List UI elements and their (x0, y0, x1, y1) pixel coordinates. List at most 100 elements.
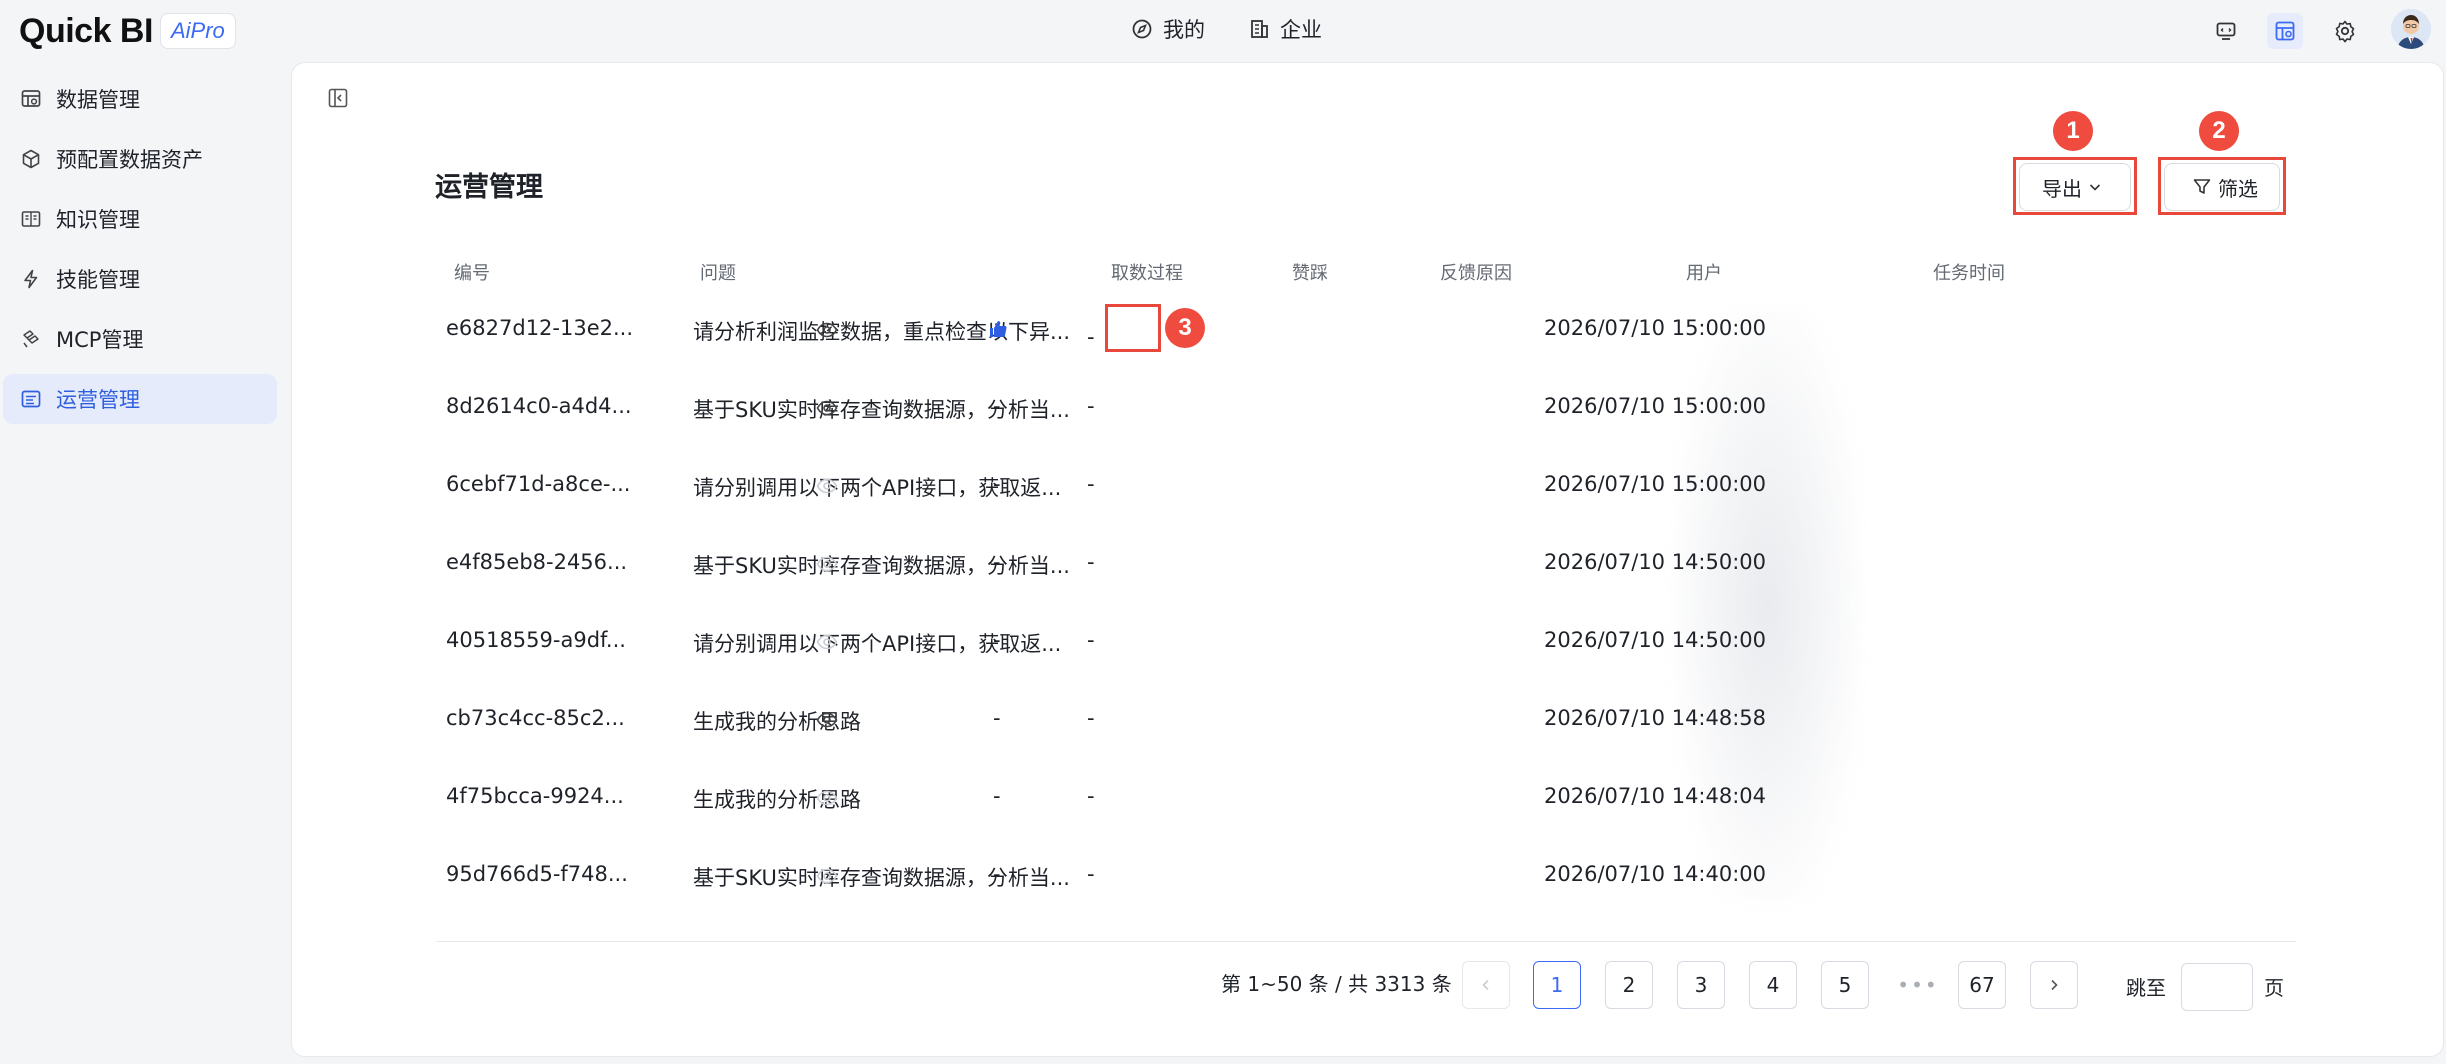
table-row[interactable]: 40518559-a9df... 请分别调用以下两个API接口，获取返... - -2… (436, 603, 2292, 656)
nav-enterprise[interactable]: 企业 (1248, 14, 1322, 44)
sidebar-item-preset-assets[interactable]: 预配置数据资产 (3, 134, 277, 184)
callout-1: 1 (2053, 111, 2093, 151)
cell-question: 请分别调用以下两个API接口，获取返... (693, 476, 1062, 500)
table-row[interactable]: 8d2614c0-a4d4... 基于SKU实时库存查询数据源，分析当... - - 2… (436, 369, 2292, 422)
cell-vote: - (993, 550, 1001, 574)
col-header-vote: 赞踩 (1292, 263, 1328, 284)
view-process-icon[interactable] (816, 709, 838, 733)
jump-page-input[interactable] (2181, 963, 2253, 1011)
callout-3: 3 (1165, 308, 1205, 348)
data-icon (21, 90, 41, 107)
page-button[interactable]: 67 (1958, 961, 2006, 1009)
collapse-icon (328, 88, 348, 108)
table-row[interactable]: e4f85eb8-2456... 基于SKU实时库存查询数据源，分析当... - - 2… (436, 525, 2292, 578)
cell-vote: - (993, 862, 1001, 886)
cell-question: 请分别调用以下两个API接口，获取返... (693, 632, 1062, 656)
sidebar-item-mcp[interactable]: MCP管理 (3, 314, 277, 364)
sidebar-item-label: 预配置数据资产 (56, 148, 203, 172)
filter-button[interactable]: 筛选 (2164, 163, 2280, 211)
cell-time: 2026/07/10 14:40:00 (1544, 862, 1767, 886)
screen-icon (2216, 22, 2236, 40)
cell-time: 2026/07/10 15:00:00 (1544, 394, 1767, 418)
dashboard-button[interactable] (2267, 13, 2303, 49)
page-button[interactable]: 4 (1749, 961, 1797, 1009)
screen-button[interactable] (2208, 13, 2244, 49)
sidebar-item-operations[interactable]: 运营管理 (3, 374, 277, 424)
view-process-icon (816, 631, 838, 655)
table-row[interactable]: cb73c4cc-85c2... 生成我的分析思路 - -2026/07/10 14:… (436, 681, 2292, 734)
table-divider (436, 941, 2296, 942)
avatar-image (2391, 9, 2431, 49)
page-button[interactable]: 5 (1821, 961, 1869, 1009)
cell-id: 6cebf71d-a8ce-... (446, 472, 631, 496)
cell-id: 40518559-a9df... (446, 628, 626, 652)
cell-id: 4f75bcca-9924... (446, 784, 624, 808)
cell-question: 基于SKU实时库存查询数据源，分析当... (693, 866, 1070, 890)
chevron-left-icon (1482, 979, 1489, 991)
cell-question: 请分析利润监控数据，重点检查以下异... (693, 320, 1071, 344)
cube-icon (22, 149, 40, 169)
operations-icon (21, 390, 41, 408)
col-header-id: 编号 (454, 263, 490, 284)
table-row[interactable]: 4f75bcca-9924... 生成我的分析思路 - -2026/07/10 14:… (436, 759, 2292, 812)
cell-reason: - (1087, 784, 1095, 808)
cell-id: e6827d12-13e2... (446, 316, 634, 340)
view-process-icon (816, 787, 838, 811)
cell-time: 2026/07/10 15:00:00 (1544, 316, 1767, 340)
cell-question: 基于SKU实时库存查询数据源，分析当... (693, 554, 1070, 578)
dashboard-icon (2275, 21, 2295, 41)
cell-vote: - (993, 394, 1001, 418)
cell-reason: - (1087, 628, 1095, 652)
nav-mine[interactable]: 我的 (1131, 14, 1205, 44)
table-row[interactable]: e6827d12-13e2... 请分析利润监控数据，重点检查以下异... - 202… (436, 291, 2292, 349)
prev-page-button[interactable] (1462, 961, 1510, 1009)
mcp-icon (23, 330, 39, 348)
nav-enterprise-label: 企业 (1280, 18, 1322, 42)
app-logo[interactable]: Quick BI (19, 12, 153, 51)
callout-box-process (1105, 304, 1161, 352)
funnel-icon (2193, 179, 2211, 194)
page-button[interactable]: 2 (1605, 961, 1653, 1009)
sidebar-item-data[interactable]: 数据管理 (3, 74, 277, 124)
cell-reason: - (1087, 706, 1095, 730)
page-button[interactable]: 1 (1533, 961, 1581, 1009)
sidebar-item-label: MCP管理 (56, 328, 144, 352)
chevron-down-icon (2089, 184, 2101, 191)
pagination-summary: 第 1~50 条 / 共 3313 条 (1221, 972, 1452, 996)
page-ellipsis[interactable]: ••• (1894, 961, 1942, 1009)
export-button[interactable]: 导出 (2019, 163, 2131, 211)
cell-id: 8d2614c0-a4d4... (446, 394, 632, 418)
settings-icon (2335, 20, 2355, 43)
cell-id: 95d766d5-f748... (446, 862, 628, 886)
cell-reason: - (1087, 472, 1095, 496)
user-avatar[interactable] (2391, 9, 2431, 49)
sidebar-item-label: 知识管理 (56, 208, 140, 232)
cell-reason: - (1087, 394, 1095, 418)
page-button[interactable]: 3 (1677, 961, 1725, 1009)
view-process-icon[interactable] (816, 319, 838, 343)
jump-label: 跳至 (2126, 976, 2166, 1000)
sidebar-item-label: 技能管理 (56, 268, 140, 292)
view-process-icon (816, 475, 838, 499)
sidebar-item-label: 运营管理 (56, 388, 140, 412)
export-label: 导出 (2042, 176, 2082, 201)
col-header-question: 问题 (700, 263, 736, 284)
collapse-sidebar-button[interactable] (327, 87, 349, 113)
table-row[interactable]: 6cebf71d-a8ce-... 请分别调用以下两个API接口，获取返... - -… (436, 447, 2292, 500)
settings-button[interactable] (2327, 13, 2363, 49)
next-page-button[interactable] (2030, 961, 2078, 1009)
cell-time: 2026/07/10 14:48:04 (1544, 784, 1767, 808)
col-header-reason: 反馈原因 (1440, 263, 1512, 284)
main-panel: 运营管理 导出 1 筛选 2 编号 问题 取数过程 赞踩 反馈原因 用户 任务时… (291, 62, 2444, 1057)
cell-reason: - (1087, 862, 1095, 886)
nav-mine-label: 我的 (1163, 18, 1205, 42)
sidebar-item-skills[interactable]: 技能管理 (3, 254, 277, 304)
view-process-icon[interactable] (816, 397, 838, 421)
aipro-badge: AiPro (160, 13, 236, 49)
cell-id: e4f85eb8-2456... (446, 550, 628, 574)
table-row[interactable]: 95d766d5-f748... 基于SKU实时库存查询数据源，分析当... - - 2… (436, 837, 2292, 890)
view-process-icon (816, 553, 838, 577)
sidebar-item-knowledge[interactable]: 知识管理 (3, 194, 277, 244)
chevron-right-icon (2051, 979, 2058, 991)
sidebar-item-label: 数据管理 (56, 88, 140, 112)
